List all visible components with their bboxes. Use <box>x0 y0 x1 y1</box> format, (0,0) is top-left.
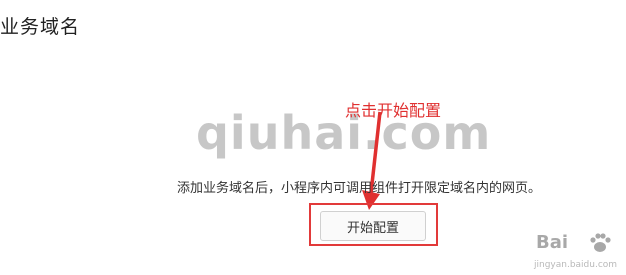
business-domain-page: 业务域名 qiuhai.com 点击开始配置 添加业务域名后，小程序内可调用组件… <box>0 0 626 275</box>
baidu-sub-text: jingyan.baidu.com <box>534 260 618 270</box>
description-text: 添加业务域名后，小程序内可调用组件打开限定域名内的网页。 <box>177 181 542 196</box>
start-config-button[interactable]: 开始配置 <box>320 211 426 241</box>
qiuhai-watermark: qiuhai.com <box>196 106 492 160</box>
baidu-watermark: Bai jingyan.baidu.com <box>530 230 626 275</box>
paw-icon <box>590 233 611 252</box>
baidu-brand-text: Bai <box>536 232 569 253</box>
page-title: 业务域名 <box>0 16 81 38</box>
